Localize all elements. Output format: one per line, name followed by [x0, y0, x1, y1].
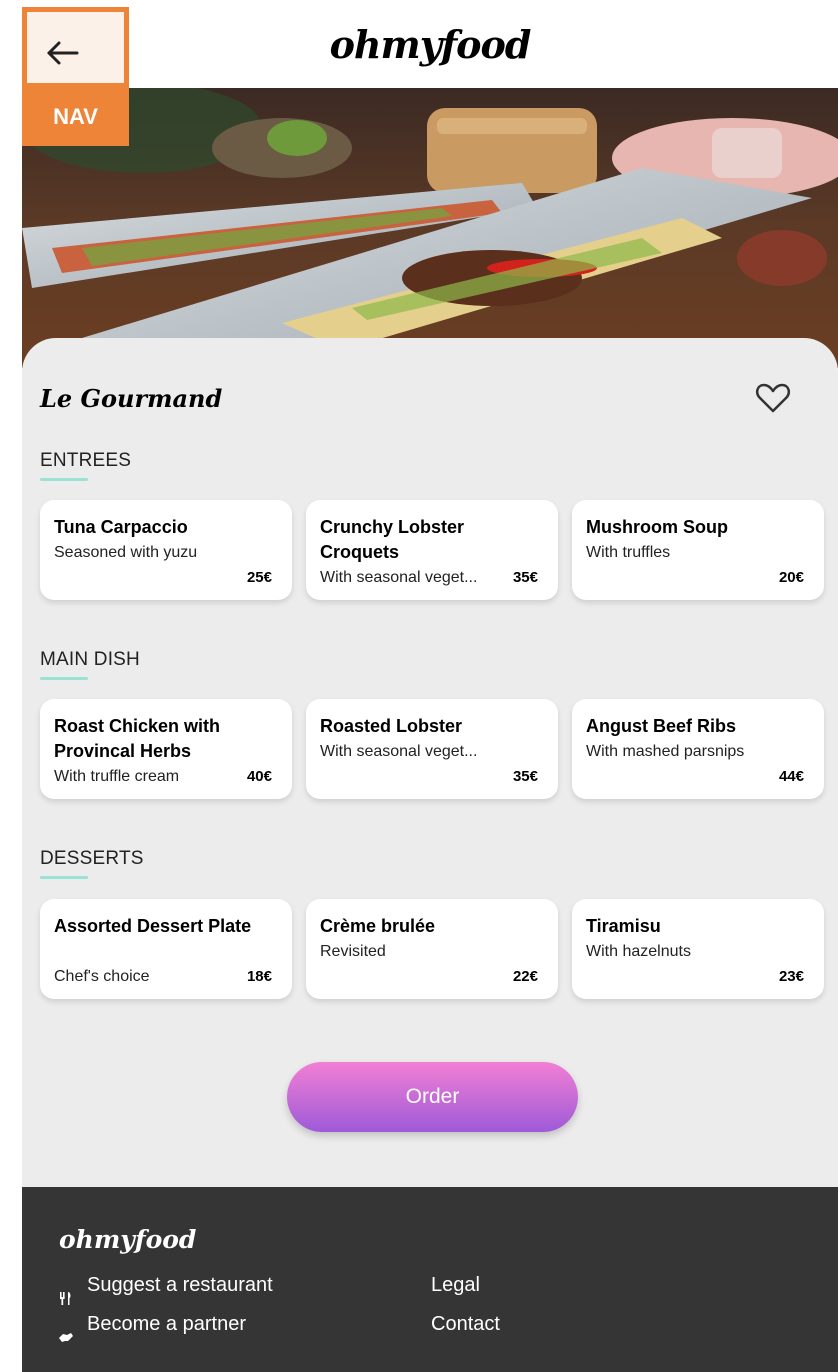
dish-description: With truffle cream: [54, 768, 180, 785]
dish-name: Crème brulée: [320, 916, 436, 936]
dish-name: Crunchy Lobster Croquets: [320, 517, 465, 562]
dish-name: Roast Chicken with Provincal Herbs: [54, 716, 221, 761]
dish-name: Angust Beef Ribs: [586, 716, 737, 736]
app-header: ohmyfood: [22, 0, 838, 88]
menu-card[interactable]: Tuna Carpaccio Seasoned with yuzu 25€: [40, 500, 292, 600]
dish-description: With hazelnuts: [586, 943, 691, 960]
dish-price: 22€: [512, 968, 538, 985]
footer-logo: ohmyfood: [59, 1225, 197, 1254]
utensils-icon: [60, 1292, 71, 1305]
dish-price: 25€: [246, 569, 272, 586]
dish-name: Tiramisu: [586, 916, 661, 936]
section-title-desserts: DESSERTS: [40, 848, 144, 869]
dish-description: With seasonal veget...: [320, 569, 478, 586]
menu-sheet: Le Gourmand ENTREES Tuna Carpaccio Seaso…: [22, 338, 838, 1188]
handshake-icon: [59, 1333, 73, 1342]
dish-price: 23€: [778, 968, 804, 985]
back-button[interactable]: [22, 7, 129, 88]
dish-name: Assorted Dessert Plate: [54, 916, 252, 936]
section-title-entrees: ENTREES: [40, 450, 132, 471]
order-button[interactable]: Order: [287, 1062, 578, 1132]
footer-link-partner[interactable]: Become a partner: [87, 1313, 246, 1336]
footer-link-contact[interactable]: Contact: [431, 1313, 500, 1336]
menu-card[interactable]: Roasted Lobster With seasonal veget... 3…: [306, 699, 558, 799]
menu-card[interactable]: Assorted Dessert Plate Chef's choice 18€: [40, 899, 292, 999]
restaurant-name: Le Gourmand: [40, 384, 223, 413]
section-underline: [40, 876, 88, 879]
menu-card[interactable]: Mushroom Soup With truffles 20€: [572, 500, 824, 600]
dish-description: With truffles: [586, 544, 671, 561]
section-title-main-dish: MAIN DISH: [40, 649, 140, 670]
nav-badge: NAV: [22, 88, 129, 146]
menu-card[interactable]: Angust Beef Ribs With mashed parsnips 44…: [572, 699, 824, 799]
menu-card[interactable]: Tiramisu With hazelnuts 23€: [572, 899, 824, 999]
footer-link-suggest[interactable]: Suggest a restaurant: [87, 1274, 273, 1297]
app-logo[interactable]: ohmyfood: [22, 22, 838, 67]
dish-description: With seasonal veget...: [320, 743, 478, 760]
dish-name: Mushroom Soup: [586, 517, 728, 537]
dish-description: Revisited: [320, 943, 386, 960]
menu-card[interactable]: Crème brulée Revisited 22€: [306, 899, 558, 999]
section-underline: [40, 677, 88, 680]
section-underline: [40, 478, 88, 481]
dish-price: 40€: [246, 768, 272, 785]
dish-price: 20€: [778, 569, 804, 586]
footer: ohmyfood Suggest a restaurant Become a p…: [22, 1187, 838, 1372]
menu-card[interactable]: Crunchy Lobster Croquets With seasonal v…: [306, 500, 558, 600]
dish-description: Chef's choice: [54, 968, 150, 985]
dish-name: Roasted Lobster: [320, 716, 463, 736]
footer-link-legal[interactable]: Legal: [431, 1274, 480, 1297]
dish-name: Tuna Carpaccio: [54, 517, 188, 537]
dish-price: 35€: [512, 768, 538, 785]
dish-description: With mashed parsnips: [586, 743, 745, 760]
menu-card[interactable]: Roast Chicken with Provincal Herbs With …: [40, 699, 292, 799]
hero-image: [22, 88, 838, 368]
heart-outline-icon[interactable]: [755, 382, 791, 414]
dish-price: 18€: [246, 968, 272, 985]
arrow-left-icon: [47, 41, 79, 65]
dish-price: 44€: [778, 768, 804, 785]
dish-price: 35€: [512, 569, 538, 586]
dish-description: Seasoned with yuzu: [54, 544, 198, 561]
